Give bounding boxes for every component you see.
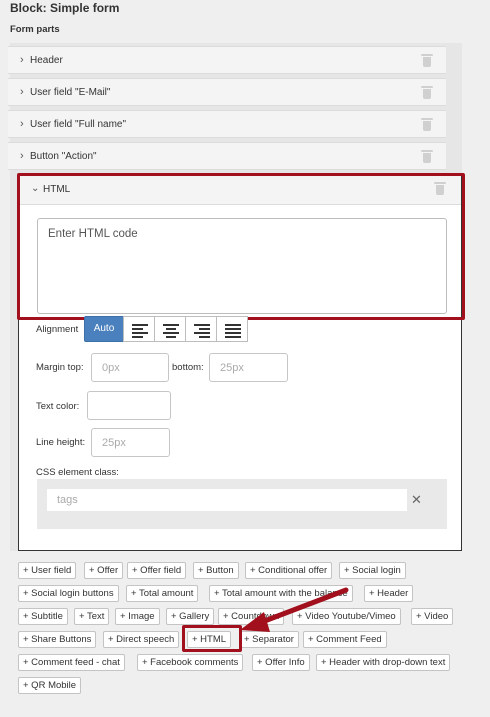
part-row-user-field-email[interactable]: › User field "E-Mail" bbox=[8, 78, 446, 106]
add-comment-feed-button[interactable]: + Comment Feed bbox=[303, 631, 387, 648]
add-gallery-button[interactable]: + Gallery bbox=[166, 608, 215, 625]
trash-icon[interactable] bbox=[421, 86, 433, 99]
add-total-amount-balance-button[interactable]: + Total amount with the balance bbox=[209, 585, 353, 602]
add-total-amount-button[interactable]: + Total amount bbox=[126, 585, 199, 602]
align-left-button[interactable] bbox=[123, 316, 155, 342]
trash-icon[interactable] bbox=[421, 150, 433, 163]
part-row-header[interactable]: › Header bbox=[8, 46, 446, 74]
part-label: User field "Full name" bbox=[30, 119, 127, 130]
html-button-highlight bbox=[182, 625, 242, 652]
part-label: Button "Action" bbox=[30, 151, 97, 162]
add-direct-speech-button[interactable]: + Direct speech bbox=[103, 631, 180, 648]
add-share-buttons-button[interactable]: + Share Buttons bbox=[18, 631, 97, 648]
html-part-highlight bbox=[17, 173, 465, 320]
text-color-label: Text color: bbox=[36, 401, 80, 412]
margin-bottom-input[interactable]: 25px bbox=[209, 353, 288, 382]
alignment-button-group: Auto bbox=[84, 316, 248, 342]
add-text-button[interactable]: + Text bbox=[74, 608, 110, 625]
chevron-right-icon: › bbox=[20, 86, 24, 98]
add-video-youtube-vimeo-button[interactable]: + Video Youtube/Vimeo bbox=[292, 608, 401, 625]
add-subtitle-button[interactable]: + Subtitle bbox=[18, 608, 68, 625]
tags-input[interactable]: tags bbox=[47, 489, 407, 511]
text-color-input[interactable] bbox=[87, 391, 171, 420]
add-video-button[interactable]: + Video bbox=[411, 608, 454, 625]
part-row-user-field-full-name[interactable]: › User field "Full name" bbox=[8, 110, 446, 138]
add-social-login-buttons-button[interactable]: + Social login buttons bbox=[18, 585, 119, 602]
align-center-button[interactable] bbox=[154, 316, 186, 342]
align-right-button[interactable] bbox=[185, 316, 217, 342]
add-conditional-offer-button[interactable]: + Conditional offer bbox=[245, 562, 333, 579]
add-offer-button[interactable]: + Offer bbox=[84, 562, 124, 579]
block-title: Block: Simple form bbox=[10, 1, 119, 15]
add-countdown-button[interactable]: + Countdown bbox=[218, 608, 285, 625]
add-social-login-button[interactable]: + Social login bbox=[339, 562, 406, 579]
block-title-name: Simple form bbox=[50, 1, 120, 15]
add-header-button[interactable]: + Header bbox=[364, 585, 414, 602]
chevron-right-icon: › bbox=[20, 54, 24, 66]
add-facebook-comments-button[interactable]: + Facebook comments bbox=[137, 654, 244, 671]
add-button-button[interactable]: + Button bbox=[193, 562, 239, 579]
add-offer-field-button[interactable]: + Offer field bbox=[127, 562, 187, 579]
line-height-label: Line height: bbox=[36, 437, 86, 448]
trash-icon[interactable] bbox=[421, 118, 433, 131]
chevron-right-icon: › bbox=[20, 150, 24, 162]
block-title-prefix: Block: bbox=[10, 1, 47, 15]
add-image-button[interactable]: + Image bbox=[115, 608, 160, 625]
add-user-field-button[interactable]: + User field bbox=[18, 562, 77, 579]
css-class-label: CSS element class: bbox=[36, 467, 119, 478]
margin-top-input[interactable]: 0px bbox=[91, 353, 169, 382]
add-header-dropdown-text-button[interactable]: + Header with drop-down text bbox=[316, 654, 451, 671]
add-offer-info-button[interactable]: + Offer Info bbox=[252, 654, 310, 671]
align-auto-button[interactable]: Auto bbox=[84, 316, 124, 342]
alignment-label: Alignment bbox=[36, 324, 79, 335]
part-label: User field "E-Mail" bbox=[30, 87, 111, 98]
add-separator-button[interactable]: + Separator bbox=[239, 631, 299, 648]
clear-icon[interactable]: ✕ bbox=[411, 492, 422, 508]
part-row-button-action[interactable]: › Button "Action" bbox=[8, 142, 446, 170]
add-comment-feed-chat-button[interactable]: + Comment feed - chat bbox=[18, 654, 125, 671]
trash-icon[interactable] bbox=[421, 54, 433, 67]
form-parts-label: Form parts bbox=[10, 24, 60, 35]
margin-top-label: Margin top: bbox=[36, 362, 84, 373]
add-qr-mobile-button[interactable]: + QR Mobile bbox=[18, 677, 82, 694]
chevron-right-icon: › bbox=[20, 118, 24, 130]
line-height-input[interactable]: 25px bbox=[91, 428, 170, 457]
part-label: Header bbox=[30, 55, 63, 66]
align-justify-button[interactable] bbox=[216, 316, 248, 342]
margin-bottom-label: bottom: bbox=[172, 362, 204, 373]
